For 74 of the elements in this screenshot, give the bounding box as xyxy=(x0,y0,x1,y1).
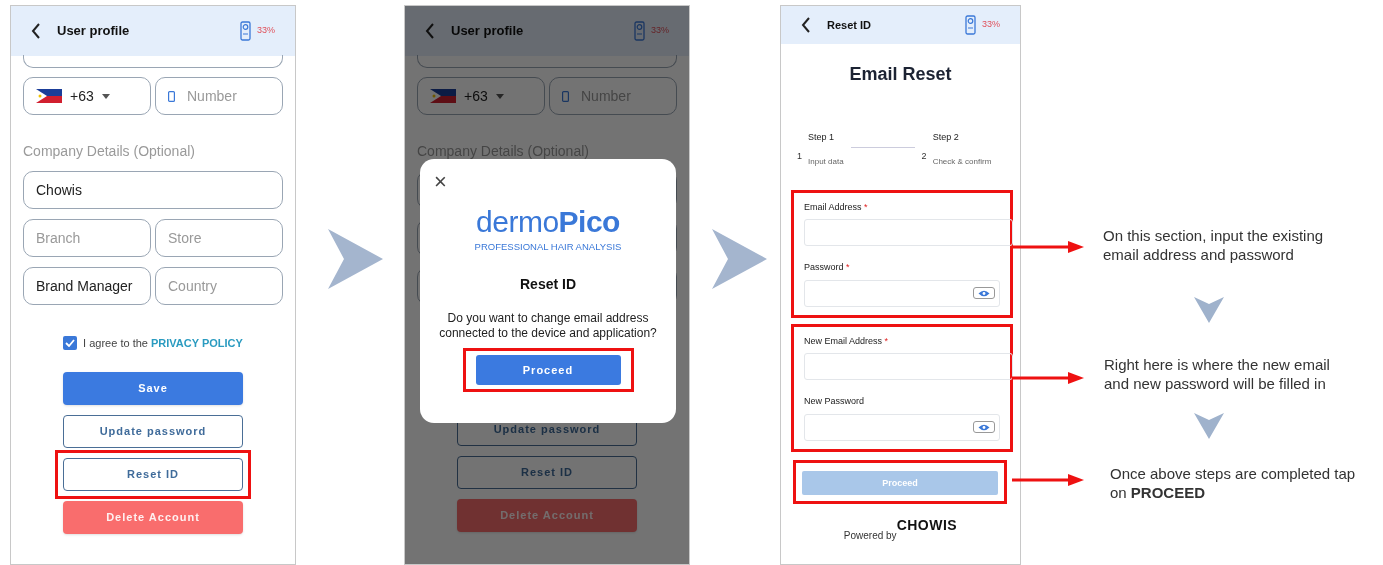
phone-icon xyxy=(562,90,569,102)
text-field[interactable]: Country xyxy=(155,267,283,305)
flag-icon xyxy=(36,89,62,103)
app-button[interactable]: Delete Account xyxy=(63,500,243,534)
battery-level: 33% xyxy=(257,24,275,38)
dialog-title: Reset ID xyxy=(520,275,576,295)
show-password-button[interactable] xyxy=(973,287,995,299)
text-field[interactable] xyxy=(417,55,677,68)
chevron-down-icon xyxy=(1194,297,1224,323)
text-field[interactable] xyxy=(23,55,283,68)
input-field[interactable] xyxy=(804,413,1000,441)
close-button[interactable]: × xyxy=(434,171,447,193)
caret-icon xyxy=(101,93,110,99)
input-field[interactable] xyxy=(804,219,1013,246)
text-field[interactable]: Brand Manager xyxy=(23,267,151,305)
screen-title: Reset ID xyxy=(827,17,872,33)
step-caption: Input data xyxy=(808,155,844,168)
step-caption: Check & confirm xyxy=(932,155,992,168)
screen-title: User profile xyxy=(57,22,130,41)
eye-icon xyxy=(978,289,990,297)
app-button[interactable]: Reset ID xyxy=(63,457,243,491)
step-title: Step 2 xyxy=(932,131,960,144)
phone-icon xyxy=(168,90,175,102)
country-code-select[interactable]: +63 xyxy=(417,77,545,115)
step-number: 2 xyxy=(921,149,927,163)
caret-icon xyxy=(495,93,504,99)
section-label: Company Details (Optional) xyxy=(23,142,196,161)
annotation-text: Once above steps are completed tap on PROCEED xyxy=(1110,464,1357,502)
device-icon xyxy=(240,21,251,41)
field-label: Email Address * xyxy=(804,200,869,214)
show-password-button[interactable] xyxy=(973,421,995,433)
annotation-text: On this section, input the existing email address and password xyxy=(1103,226,1325,264)
arrow xyxy=(1012,473,1084,487)
input-field[interactable] xyxy=(804,279,1000,307)
proceed-button[interactable]: Proceed xyxy=(475,355,621,386)
device-icon xyxy=(965,15,976,35)
screen-title: User profile xyxy=(451,22,524,41)
step-number: 1 xyxy=(797,149,802,163)
powered-by-text: Powered by xyxy=(843,530,897,544)
battery-level: 33% xyxy=(651,24,669,38)
chevron-down-icon xyxy=(1194,413,1224,439)
device-icon xyxy=(634,21,645,41)
text-field[interactable]: Chowis xyxy=(23,171,283,209)
input-field[interactable] xyxy=(804,353,1013,380)
text-field[interactable]: Store xyxy=(155,219,283,257)
field-label: New Password xyxy=(804,395,866,408)
app-button[interactable]: Update password xyxy=(63,414,243,448)
battery-level: 33% xyxy=(982,18,1000,32)
company-logo: CHOWIS xyxy=(896,518,958,533)
chevron-right-icon xyxy=(712,229,767,289)
flag-icon xyxy=(430,89,456,103)
phone-number-field[interactable]: Number xyxy=(155,77,283,115)
text-field[interactable]: Branch xyxy=(23,219,151,257)
annotation-text: Right here is where the new email and new password will be filled in xyxy=(1104,355,1331,393)
placeholder-text: Number xyxy=(187,86,237,106)
field-label: Password * xyxy=(804,261,851,274)
brand-logo: dermoPico xyxy=(476,207,620,237)
country-code: +63 xyxy=(70,86,94,106)
chevron-right-icon xyxy=(328,229,383,289)
privacy-policy-link[interactable]: PRIVACY POLICY xyxy=(151,337,243,349)
back-icon[interactable] xyxy=(31,23,41,39)
checkbox[interactable] xyxy=(63,336,78,351)
step-title: Step 1 xyxy=(808,131,836,144)
app-button[interactable]: Save xyxy=(63,371,243,405)
field-label: New Email Address * xyxy=(804,334,890,348)
eye-icon xyxy=(978,423,990,431)
brand-tagline: PROFESSIONAL HAIR ANALYSIS xyxy=(474,240,622,254)
back-icon[interactable] xyxy=(801,17,811,33)
app-button[interactable]: Reset ID xyxy=(457,456,637,489)
country-code: +63 xyxy=(464,86,488,106)
country-code-select[interactable]: +63 xyxy=(23,77,151,115)
page-title: Email Reset xyxy=(848,63,953,86)
dialog-message: Do you want to change email address connected to the device and application? xyxy=(438,311,658,342)
agreement-text: I agree to the PRIVACY POLICY xyxy=(83,336,243,351)
